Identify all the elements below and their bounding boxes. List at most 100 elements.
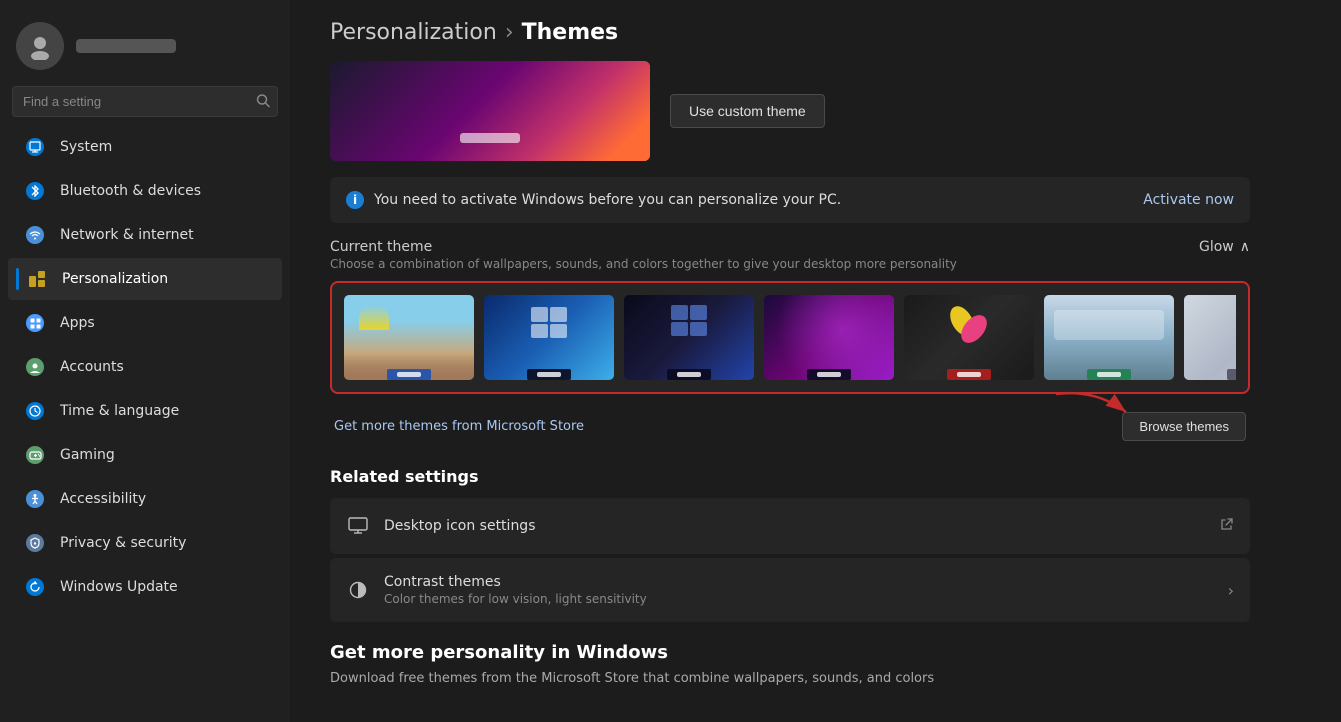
time-icon — [24, 400, 46, 422]
sidebar-item-update[interactable]: Windows Update — [8, 566, 282, 608]
network-icon — [24, 224, 46, 246]
avatar[interactable] — [16, 22, 64, 70]
sidebar-item-label-system: System — [60, 139, 112, 155]
use-custom-theme-button[interactable]: Use custom theme — [670, 94, 825, 128]
user-profile-area[interactable] — [0, 12, 290, 86]
current-theme-subtitle: Choose a combination of wallpapers, soun… — [330, 257, 957, 271]
related-settings-title: Related settings — [330, 467, 1250, 486]
settings-item-left-desktop: Desktop icon settings — [346, 514, 536, 538]
theme-card-win11[interactable] — [484, 295, 614, 380]
sidebar-item-label-apps: Apps — [60, 315, 95, 331]
breadcrumb-current: Themes — [522, 20, 619, 45]
theme-preview-win11 — [484, 295, 614, 380]
theme-grid — [344, 295, 1236, 380]
sidebar-item-network[interactable]: Network & internet — [8, 214, 282, 256]
get-personality-section: Get more personality in Windows Download… — [330, 642, 1250, 686]
sidebar: System Bluetooth & devices — [0, 0, 290, 722]
chevron-up-icon: ∧ — [1240, 239, 1250, 255]
theme-card-beach[interactable] — [344, 295, 474, 380]
theme-card-abstract[interactable] — [1184, 295, 1236, 380]
theme-grid-container — [330, 281, 1250, 394]
settings-item-left-contrast: Contrast themes Color themes for low vis… — [346, 574, 647, 606]
sidebar-item-personalization[interactable]: Personalization — [8, 258, 282, 300]
sidebar-item-system[interactable]: System — [8, 126, 282, 168]
desktop-icon-label: Desktop icon settings — [384, 518, 536, 534]
settings-item-contrast[interactable]: Contrast themes Color themes for low vis… — [330, 558, 1250, 622]
sidebar-item-label-accounts: Accounts — [60, 359, 124, 375]
related-settings-section: Related settings Desktop icon settings — [330, 467, 1250, 622]
apps-icon — [24, 312, 46, 334]
theme-preview-glow — [764, 295, 894, 380]
get-more-themes-row: Get more themes from Microsoft Store Bro… — [330, 402, 1250, 451]
theme-card-glow[interactable] — [764, 295, 894, 380]
sidebar-item-time[interactable]: Time & language — [8, 390, 282, 432]
privacy-icon — [24, 532, 46, 554]
get-personality-title: Get more personality in Windows — [330, 642, 1250, 663]
info-icon: i — [346, 191, 364, 209]
get-more-themes-text[interactable]: Get more themes from Microsoft Store — [334, 419, 584, 434]
active-indicator — [16, 268, 19, 290]
gaming-icon — [24, 444, 46, 466]
sidebar-item-label-personalization: Personalization — [62, 271, 168, 287]
flower-petals — [944, 305, 994, 345]
search-input[interactable] — [12, 86, 278, 117]
taskbar-abstract — [1227, 369, 1236, 380]
get-more-themes-container: Get more themes from Microsoft Store Bro… — [330, 402, 1250, 451]
current-theme-name: Glow — [1199, 239, 1234, 255]
theme-preview-dark — [624, 295, 754, 380]
contrast-sublabel: Color themes for low vision, light sensi… — [384, 592, 647, 606]
current-theme-title-area: Current theme Choose a combination of wa… — [330, 239, 957, 271]
sidebar-item-label-privacy: Privacy & security — [60, 535, 186, 551]
sidebar-item-accounts[interactable]: Accounts — [8, 346, 282, 388]
activate-now-link[interactable]: Activate now — [1143, 192, 1234, 208]
activation-notice: i You need to activate Windows before yo… — [330, 177, 1250, 223]
browse-themes-button[interactable]: Browse themes — [1122, 412, 1246, 441]
theme-card-water[interactable] — [1044, 295, 1174, 380]
sidebar-item-label-time: Time & language — [60, 403, 179, 419]
breadcrumb-parent[interactable]: Personalization — [330, 20, 497, 45]
breadcrumb-separator: › — [505, 20, 514, 45]
taskbar-dark — [667, 369, 711, 380]
desktop-icon — [346, 514, 370, 538]
sidebar-item-bluetooth[interactable]: Bluetooth & devices — [8, 170, 282, 212]
theme-card-dark[interactable] — [624, 295, 754, 380]
chevron-right-icon: › — [1228, 581, 1234, 600]
current-theme-action[interactable]: Glow ∧ — [1199, 239, 1250, 255]
breadcrumb: Personalization › Themes — [330, 20, 1250, 45]
theme-preview-flower — [904, 295, 1034, 380]
get-personality-text: Download free themes from the Microsoft … — [330, 671, 1250, 686]
update-icon — [24, 576, 46, 598]
current-theme-header: Current theme Choose a combination of wa… — [330, 239, 1250, 271]
current-theme-title: Current theme — [330, 239, 957, 255]
nav-menu: System Bluetooth & devices — [0, 125, 290, 609]
theme-preview-image — [330, 61, 650, 161]
contrast-text-area: Contrast themes Color themes for low vis… — [384, 574, 647, 606]
taskbar-preview — [460, 133, 520, 143]
settings-item-desktop-icon[interactable]: Desktop icon settings — [330, 498, 1250, 554]
bluetooth-icon — [24, 180, 46, 202]
accessibility-icon — [24, 488, 46, 510]
sidebar-item-label-accessibility: Accessibility — [60, 491, 146, 507]
accounts-icon — [24, 356, 46, 378]
sidebar-item-label-update: Windows Update — [60, 579, 178, 595]
contrast-label: Contrast themes — [384, 574, 647, 590]
personalization-icon — [26, 268, 48, 290]
browse-themes-area: Browse themes — [1122, 412, 1246, 441]
theme-preview-banner: Use custom theme — [330, 61, 1250, 161]
system-icon — [24, 136, 46, 158]
taskbar-glow — [807, 369, 851, 380]
activation-text: You need to activate Windows before you … — [374, 192, 841, 208]
main-content: Personalization › Themes Use custom them… — [290, 0, 1341, 722]
search-icon-button[interactable] — [256, 93, 270, 110]
sidebar-item-label-network: Network & internet — [60, 227, 194, 243]
contrast-icon — [346, 578, 370, 602]
theme-card-flower[interactable] — [904, 295, 1034, 380]
sidebar-item-privacy[interactable]: Privacy & security — [8, 522, 282, 564]
sidebar-item-gaming[interactable]: Gaming — [8, 434, 282, 476]
sidebar-item-accessibility[interactable]: Accessibility — [8, 478, 282, 520]
sidebar-item-apps[interactable]: Apps — [8, 302, 282, 344]
username-bar — [76, 39, 176, 53]
sidebar-item-label-bluetooth: Bluetooth & devices — [60, 183, 201, 199]
external-link-icon — [1220, 517, 1234, 535]
theme-preview-beach — [344, 295, 474, 380]
